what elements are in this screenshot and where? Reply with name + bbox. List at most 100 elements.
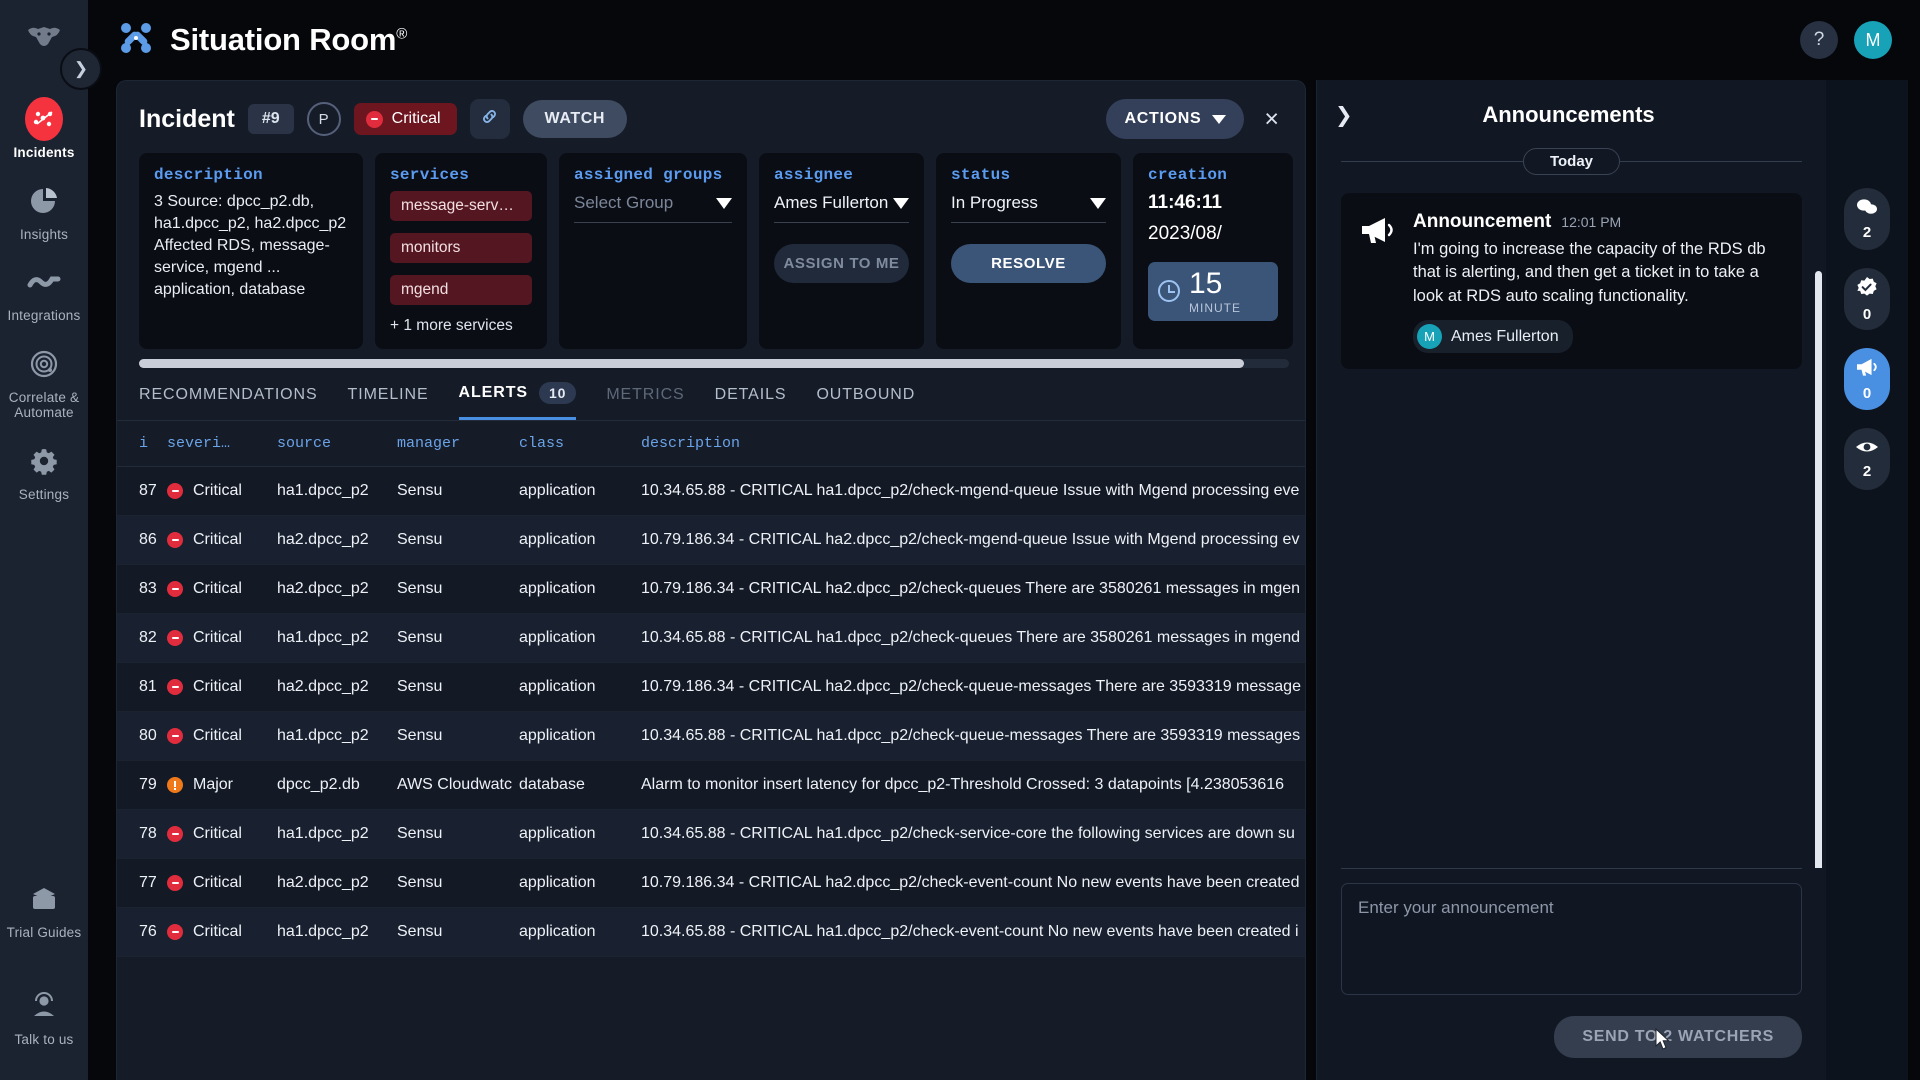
col-header-manager[interactable]: manager — [397, 421, 519, 467]
rail-comments-button[interactable]: 2 — [1844, 188, 1890, 250]
table-row[interactable]: 81 Critical ha2.dpcc_p2 Sensu application 10.… — [117, 662, 1305, 712]
guide-icon — [25, 880, 63, 918]
cell-description: 10.79.186.34 - CRITICAL ha2.dpcc_p2/chec… — [641, 564, 1305, 614]
scrollbar-thumb[interactable] — [139, 359, 1244, 368]
sidebar-item-settings[interactable]: Settings — [0, 431, 88, 513]
cell-source: ha1.dpcc_p2 — [277, 711, 397, 761]
sidebar-item-trial-guides[interactable]: Trial Guides — [0, 869, 88, 951]
incident-severity-label: Critical — [391, 110, 441, 127]
field-label-creation: creation — [1148, 166, 1228, 184]
table-row[interactable]: 76 Critical ha1.dpcc_p2 Sensu application 10.… — [117, 907, 1305, 957]
close-incident-button[interactable]: × — [1258, 106, 1285, 132]
resolve-button[interactable]: RESOLVE — [951, 244, 1106, 283]
col-header-severity[interactable]: severi… — [167, 421, 277, 467]
actions-button[interactable]: ACTIONS — [1106, 99, 1245, 139]
watchers-count: 2 — [1862, 462, 1872, 480]
announcements-composer: SEND TO 2 WATCHERS — [1317, 868, 1826, 1080]
col-header-source[interactable]: source — [277, 421, 397, 467]
send-announcement-button[interactable]: SEND TO 2 WATCHERS — [1554, 1016, 1802, 1058]
alerts-table-wrapper: i severi… source manager class descripti… — [117, 421, 1305, 1080]
brand: Situation Room® — [116, 18, 407, 63]
fields-scroll-area — [117, 349, 1305, 368]
sidebar-label-incidents: Incidents — [13, 145, 75, 160]
field-label-status: status — [951, 166, 1011, 184]
table-row[interactable]: 78 Critical ha1.dpcc_p2 Sensu application 10.… — [117, 809, 1305, 859]
horizontal-scrollbar[interactable] — [139, 359, 1289, 368]
sidebar-item-insights[interactable]: Insights — [0, 171, 88, 253]
cell-severity: Critical — [167, 907, 277, 957]
cell-i: 79 — [117, 760, 167, 810]
tab-timeline[interactable]: TIMELINE — [348, 386, 429, 420]
sidebar-label-talk-to-us: Talk to us — [14, 1032, 74, 1048]
table-row[interactable]: 77 Critical ha2.dpcc_p2 Sensu application 10.… — [117, 858, 1305, 908]
announcements-panel: ❯ Announcements Today Announcement 12:01… — [1316, 80, 1826, 1080]
tab-outbound[interactable]: OUTBOUND — [816, 386, 915, 420]
incident-fields: description 3 Source: dpcc_p2.db, ha1.dp… — [117, 153, 1305, 349]
announcements-vertical-scrollbar[interactable] — [1815, 271, 1822, 868]
tab-alerts[interactable]: ALERTS 10 — [458, 382, 577, 420]
status-select[interactable]: In Progress — [951, 193, 1106, 223]
table-row[interactable]: 79 Major dpcc_p2.db AWS Cloudwatc database Al… — [117, 760, 1305, 810]
scrollbar-thumb[interactable] — [1815, 271, 1822, 868]
announcement-body: Announcement 12:01 PM I'm going to incre… — [1413, 211, 1784, 354]
cell-source: ha2.dpcc_p2 — [277, 564, 397, 614]
cell-manager: Sensu — [397, 858, 519, 908]
sidebar-item-correlate-automate[interactable]: Correlate & Automate — [0, 334, 88, 431]
tab-recommendations[interactable]: RECOMMENDATIONS — [139, 386, 318, 420]
announcement-card[interactable]: Announcement 12:01 PM I'm going to incre… — [1341, 193, 1802, 370]
watch-button[interactable]: WATCH — [522, 100, 627, 138]
divider-line-left — [1341, 161, 1523, 162]
app-root: Incidents Insights Integrations Correlat… — [0, 0, 1920, 1080]
tab-details[interactable]: DETAILS — [715, 386, 787, 420]
table-row[interactable]: 83 Critical ha2.dpcc_p2 Sensu application 10.… — [117, 564, 1305, 614]
assignee-select[interactable]: Ames Fullerton — [774, 193, 909, 223]
table-row[interactable]: 80 Critical ha1.dpcc_p2 Sensu application 10.… — [117, 711, 1305, 761]
copy-link-button[interactable] — [469, 99, 510, 139]
user-avatar[interactable]: M — [1854, 21, 1892, 59]
help-button[interactable]: ? — [1800, 21, 1838, 59]
incident-header: Incident #9 P Critical WATCH ACTIONS × — [117, 81, 1305, 153]
cell-severity: Major — [167, 760, 277, 810]
incident-panel: Incident #9 P Critical WATCH ACTIONS × d… — [116, 80, 1306, 1080]
situation-room-logo-icon — [116, 18, 156, 63]
cell-severity: Critical — [167, 515, 277, 565]
service-pill[interactable]: monitors — [390, 233, 532, 263]
field-creation: creation 11:46:11 2023/08/ 15 MINUTE — [1133, 153, 1293, 349]
col-header-description[interactable]: description — [641, 421, 1305, 467]
sidebar-item-incidents[interactable]: Incidents — [0, 89, 88, 171]
table-row[interactable]: 87 Critical ha1.dpcc_p2 Sensu application 10.… — [117, 466, 1305, 516]
field-label-assignee: assignee — [774, 166, 854, 184]
critical-severity-icon — [167, 826, 183, 842]
sidebar-expand-button[interactable]: ❯ — [60, 48, 102, 90]
cell-class: application — [519, 466, 641, 516]
page-title: Situation Room® — [170, 22, 407, 58]
col-header-i[interactable]: i — [117, 421, 167, 467]
tab-metrics[interactable]: METRICS — [606, 386, 684, 420]
service-pill[interactable]: mgend — [390, 275, 532, 305]
announcement-input[interactable] — [1341, 883, 1802, 995]
cell-description: 10.34.65.88 - CRITICAL ha1.dpcc_p2/check… — [641, 711, 1305, 761]
severity-label: Major — [193, 776, 234, 793]
col-header-class[interactable]: class — [519, 421, 641, 467]
sidebar-item-talk-to-us[interactable]: Talk to us — [0, 976, 88, 1058]
assigned-groups-select[interactable]: Select Group — [574, 193, 732, 223]
cell-source: dpcc_p2.db — [277, 760, 397, 810]
assign-to-me-button[interactable]: ASSIGN TO ME — [774, 244, 909, 283]
cell-manager: Sensu — [397, 662, 519, 712]
services-more-label[interactable]: + 1 more services — [390, 317, 532, 335]
table-row[interactable]: 86 Critical ha2.dpcc_p2 Sensu application 10.… — [117, 515, 1305, 565]
rail-announcements-button[interactable]: 0 — [1844, 348, 1890, 410]
cell-source: ha2.dpcc_p2 — [277, 515, 397, 565]
cell-manager: AWS Cloudwatc — [397, 760, 519, 810]
service-pill[interactable]: message-serv… — [390, 191, 532, 221]
rail-watchers-button[interactable]: 2 — [1844, 428, 1890, 490]
table-row[interactable]: 82 Critical ha1.dpcc_p2 Sensu application 10.… — [117, 613, 1305, 663]
cell-i: 78 — [117, 809, 167, 859]
brand-title-text: Situation Room — [170, 22, 397, 57]
rail-approvals-button[interactable]: 0 — [1844, 268, 1890, 330]
incident-priority-chip: P — [306, 102, 341, 136]
support-agent-icon — [25, 987, 63, 1025]
cell-description: 10.79.186.34 - CRITICAL ha2.dpcc_p2/chec… — [641, 662, 1305, 712]
sidebar-label-integrations: Integrations — [7, 308, 81, 324]
sidebar-item-integrations[interactable]: Integrations — [0, 252, 88, 334]
